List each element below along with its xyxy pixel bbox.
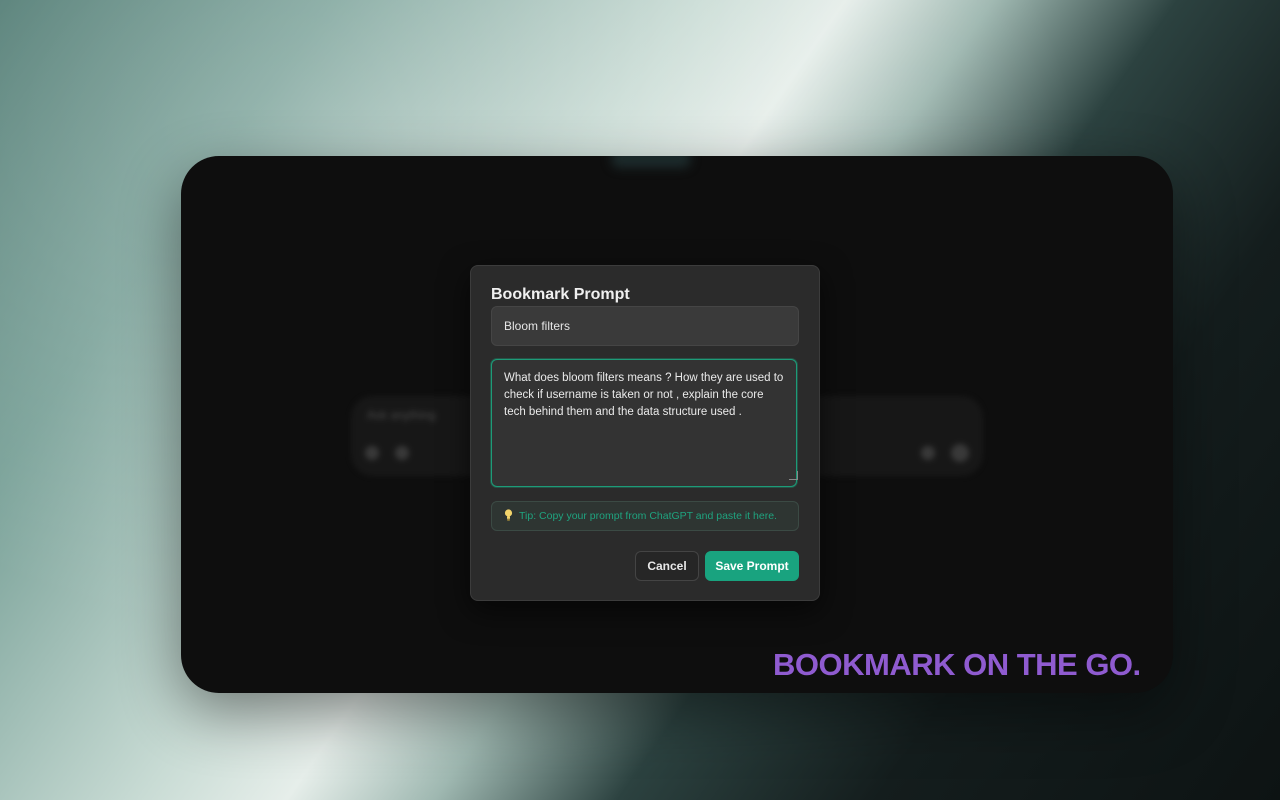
- dialog-title: Bookmark Prompt: [491, 286, 630, 303]
- save-prompt-button[interactable]: Save Prompt: [705, 551, 799, 581]
- attach-icon: [395, 446, 409, 460]
- tagline: BOOKMARK ON THE GO.: [773, 647, 1141, 682]
- lightbulb-icon: [504, 508, 513, 524]
- camera-notch: [611, 156, 691, 168]
- resize-handle[interactable]: [789, 471, 798, 480]
- prompt-text-area[interactable]: What does bloom filters means ? How they…: [491, 359, 797, 487]
- background-chat-placeholder: Ask anything: [367, 408, 436, 422]
- prompt-title-input[interactable]: [491, 306, 799, 346]
- cancel-button[interactable]: Cancel: [635, 551, 699, 581]
- tip-banner: Tip: Copy your prompt from ChatGPT and p…: [491, 501, 799, 531]
- mic-icon: [921, 446, 935, 460]
- voice-icon: [951, 444, 969, 462]
- device-frame: Ask anything Bookmark Prompt What does b…: [181, 156, 1173, 693]
- bookmark-dialog: Bookmark Prompt What does bloom filters …: [470, 265, 820, 601]
- plus-icon: [365, 446, 379, 460]
- tip-text: Tip: Copy your prompt from ChatGPT and p…: [519, 510, 777, 522]
